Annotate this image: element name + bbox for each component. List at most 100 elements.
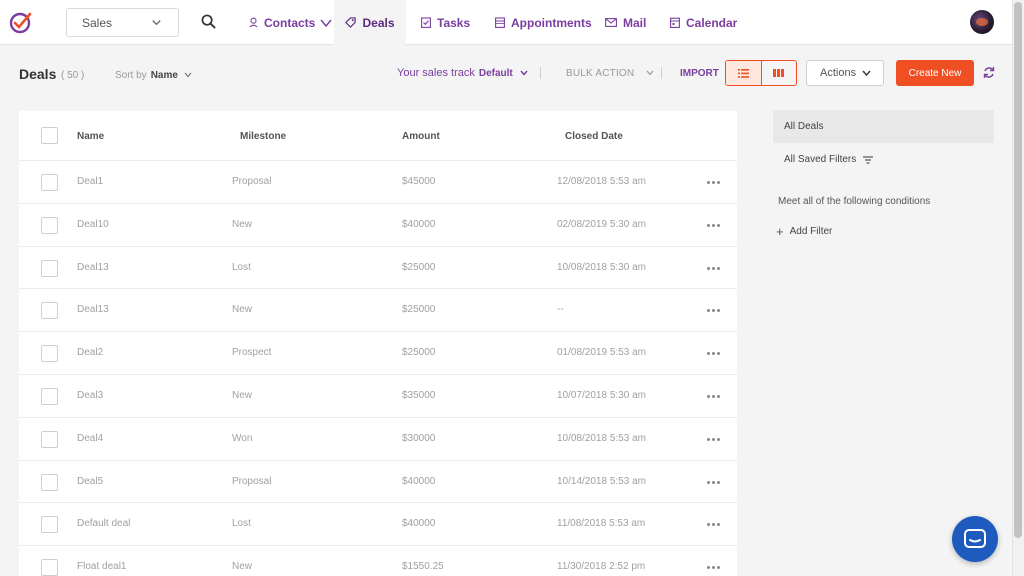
cell-amount: $40000	[402, 475, 436, 487]
table-row[interactable]: Float deal1 New $1550.25 11/30/2018 2:52 pm	[19, 546, 737, 576]
actions-dropdown[interactable]: Actions	[806, 60, 884, 86]
row-checkbox[interactable]	[41, 430, 58, 448]
cell-name: Deal1	[77, 176, 104, 187]
filter-panel: All Deals All Saved Filters Meet all of …	[773, 110, 994, 260]
chat-icon	[964, 529, 986, 548]
refresh-icon[interactable]	[983, 66, 995, 79]
top-nav: Sales Contacts Deals Tasks Appointments …	[0, 0, 1012, 45]
cell-milestone: Proposal	[232, 475, 272, 487]
table-header: Name Milestone Amount Closed Date	[19, 111, 737, 161]
cell-amount: $25000	[402, 304, 436, 316]
cell-milestone: New	[232, 390, 253, 401]
saved-filters-toggle[interactable]: All Saved Filters	[784, 154, 874, 165]
more-options-icon[interactable]	[707, 309, 721, 313]
more-options-icon[interactable]	[707, 566, 721, 570]
table-row[interactable]: Deal2 Prospect $25000 01/08/2019 5:53 am	[19, 332, 737, 375]
more-options-icon[interactable]	[707, 266, 721, 271]
row-checkbox[interactable]	[41, 345, 58, 363]
user-icon	[249, 17, 258, 28]
board-icon	[773, 69, 785, 77]
nav-calendar[interactable]: Calendar	[670, 0, 737, 45]
row-checkbox[interactable]	[41, 216, 58, 234]
cell-name: Deal4	[77, 432, 104, 444]
nav-calendar-label: Calendar	[686, 15, 738, 30]
cell-amount: $1550.25	[402, 561, 444, 573]
table-row[interactable]: Deal5 Proposal $40000 10/14/2018 5:53 am	[19, 461, 737, 504]
chevron-down-icon	[152, 20, 161, 26]
bulk-action-label: BULK ACTION	[566, 68, 635, 79]
column-header-milestone[interactable]: Milestone	[240, 131, 286, 142]
nav-appointments[interactable]: Appointments	[495, 0, 592, 45]
mail-icon	[605, 18, 617, 27]
table-row[interactable]: Deal10 New $40000 02/08/2019 5:30 am	[19, 204, 737, 247]
list-view-button[interactable]	[726, 61, 761, 85]
more-options-icon[interactable]	[707, 181, 721, 185]
cell-closed-date: 02/08/2019 5:30 am	[557, 218, 646, 230]
column-header-name[interactable]: Name	[77, 131, 104, 142]
create-new-button[interactable]: Create New	[896, 60, 974, 86]
more-options-icon[interactable]	[707, 523, 721, 527]
sort-by-label: Sort by	[115, 70, 147, 81]
more-options-icon[interactable]	[707, 223, 721, 228]
nav-tasks[interactable]: Tasks	[421, 0, 470, 45]
module-select[interactable]: Sales	[66, 8, 179, 37]
cell-amount: $40000	[402, 518, 436, 530]
row-checkbox[interactable]	[41, 174, 58, 191]
more-options-icon[interactable]	[707, 437, 721, 442]
cell-milestone: New	[232, 304, 253, 316]
row-checkbox[interactable]	[41, 473, 58, 491]
column-header-amount[interactable]: Amount	[402, 131, 440, 142]
import-button[interactable]: IMPORT	[680, 68, 719, 79]
cell-closed-date: 11/08/2018 5:53 am	[557, 518, 646, 530]
bulk-action-dropdown[interactable]: BULK ACTION	[566, 68, 654, 79]
cell-closed-date: 11/30/2018 2:52 pm	[557, 561, 646, 573]
sort-by-value: Name	[150, 70, 178, 81]
table-row[interactable]: Deal13 Lost $25000 10/08/2018 5:30 am	[19, 247, 737, 290]
cell-name: Deal5	[77, 475, 104, 487]
more-options-icon[interactable]	[707, 352, 721, 356]
search-icon[interactable]	[201, 14, 216, 29]
table-row[interactable]: Default deal Lost $40000 11/08/2018 5:53 am	[19, 503, 737, 547]
row-checkbox[interactable]	[41, 516, 58, 534]
table-row[interactable]: Deal1 Proposal $45000 12/08/2018 5:53 am	[19, 161, 737, 204]
scrollbar-thumb[interactable]	[1014, 2, 1022, 538]
calendar-grid-icon	[495, 17, 505, 28]
row-checkbox[interactable]	[41, 259, 58, 277]
cell-amount: $45000	[402, 176, 436, 187]
all-deals-filter[interactable]: All Deals	[773, 110, 994, 143]
cell-milestone: New	[232, 561, 253, 573]
sales-track-select[interactable]: Your sales track Default	[397, 67, 528, 79]
add-filter-button[interactable]: + Add Filter	[776, 224, 832, 239]
chat-launcher-button[interactable]	[952, 516, 998, 562]
chevron-down-icon	[320, 19, 332, 27]
nav-deals[interactable]: Deals	[334, 0, 406, 45]
table-row[interactable]: Deal3 New $35000 10/07/2018 5:30 am	[19, 375, 737, 418]
cell-closed-date: 01/08/2019 5:53 am	[557, 347, 646, 359]
row-checkbox[interactable]	[41, 559, 58, 576]
select-all-checkbox[interactable]	[41, 127, 58, 144]
cell-amount: $30000	[402, 432, 436, 444]
conditions-text: Meet all of the following conditions	[778, 196, 931, 207]
tag-icon	[345, 17, 357, 28]
more-options-icon[interactable]	[707, 480, 721, 485]
table-row[interactable]: Deal13 New $25000 --	[19, 289, 737, 333]
cell-amount: $40000	[402, 218, 436, 230]
app-logo-icon[interactable]	[9, 10, 33, 34]
avatar[interactable]	[970, 10, 994, 34]
more-options-icon[interactable]	[707, 395, 721, 399]
table-row[interactable]: Deal4 Won $30000 10/08/2018 5:53 am	[19, 418, 737, 461]
cell-milestone: Proposal	[232, 176, 272, 187]
cell-amount: $25000	[402, 261, 436, 273]
cell-name: Deal13	[77, 304, 109, 316]
row-checkbox[interactable]	[41, 388, 58, 405]
plus-icon: +	[776, 224, 784, 239]
cell-closed-date: 10/14/2018 5:53 am	[557, 475, 646, 487]
nav-contacts[interactable]: Contacts	[249, 0, 332, 45]
column-header-closed-date[interactable]: Closed Date	[565, 131, 623, 142]
row-checkbox[interactable]	[41, 302, 58, 320]
cell-milestone: Lost	[232, 261, 251, 273]
sort-by-control[interactable]: Sort by Name	[115, 70, 192, 81]
cell-milestone: Lost	[232, 518, 251, 530]
board-view-button[interactable]	[760, 61, 796, 85]
nav-mail[interactable]: Mail	[605, 0, 646, 45]
